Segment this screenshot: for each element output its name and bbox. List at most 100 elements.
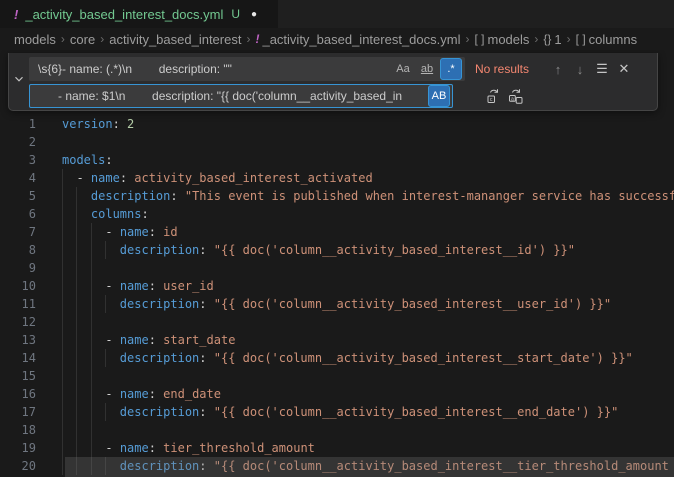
line-number: 15 [0,367,36,385]
line-number: 11 [0,295,36,313]
line-number: 7 [0,223,36,241]
code-line[interactable]: 4 - name: activity_based_interest_activa… [0,169,674,187]
breadcrumb-label: 1 [554,32,561,47]
find-row: \s{6}- name: (.*)\n description: "" Aa a… [29,57,657,81]
code-line[interactable]: 14 description: "{{ doc('column__activit… [0,349,674,367]
line-number: 2 [0,133,36,151]
code-line[interactable]: 3 models: [0,151,674,169]
tab-filename: _activity_based_interest_docs.yml [25,7,223,22]
line-number: 16 [0,385,36,403]
breadcrumb-item[interactable]: [ ]models [474,32,529,47]
code-line[interactable]: 10 - name: user_id [0,277,674,295]
code-line[interactable]: 8 description: "{{ doc('column__activity… [0,241,674,259]
horizontal-scrollbar[interactable] [65,457,674,477]
breadcrumb-label: _activity_based_interest_docs.yml [262,32,460,47]
indent-guide [62,367,63,385]
line-content: - name: id [62,223,178,241]
find-in-selection-button[interactable]: ☰ [591,58,613,80]
preserve-case-button[interactable]: AB [428,85,450,107]
symbol-object-icon: {} [543,32,551,46]
chevron-right-icon: › [100,32,104,46]
breadcrumb-label: columns [589,32,637,47]
chevron-right-icon: › [567,32,571,46]
indent-guide [91,367,92,385]
whole-word-button[interactable]: ab [416,58,438,80]
find-replace-widget: \s{6}- name: (.*)\n description: "" Aa a… [8,53,658,111]
vscode-window: ! _activity_based_interest_docs.yml U ● … [0,0,674,477]
match-case-button[interactable]: Aa [392,58,414,80]
code-line[interactable]: 1version: 2 [0,115,674,133]
breadcrumb-item[interactable]: models [14,32,56,47]
line-number: 6 [0,205,36,223]
line-number: 8 [0,241,36,259]
indent-guide [76,367,77,385]
line-number: 5 [0,187,36,205]
line-content: models: [62,151,113,169]
code-line[interactable]: 17 description: "{{ doc('column__activit… [0,403,674,421]
line-number: 18 [0,421,36,439]
line-number: 17 [0,403,36,421]
breadcrumb-item[interactable]: {}1 [543,32,561,47]
chevron-right-icon: › [246,32,250,46]
replace-all-icon: a [508,88,524,104]
line-number: 3 [0,151,36,169]
toggle-replace-button[interactable] [9,53,29,110]
code-line[interactable]: 19 - name: tier_threshold_amount [0,439,674,457]
code-line[interactable]: 15 [0,367,674,385]
breadcrumb-item[interactable]: !_activity_based_interest_docs.yml [255,32,460,47]
indent-guide [76,421,77,439]
code-line[interactable]: 9 [0,259,674,277]
code-line[interactable]: 5 description: "This event is published … [0,187,674,205]
next-match-button[interactable]: ↓ [569,58,591,80]
indent-guide [76,259,77,277]
breadcrumb-label: models [487,32,529,47]
line-number: 10 [0,277,36,295]
line-content: - name: start_date [62,331,235,349]
tab-active-file[interactable]: ! _activity_based_interest_docs.yml U ● [0,0,278,28]
code-line[interactable]: 16 - name: end_date [0,385,674,403]
code-line[interactable]: 11 description: "{{ doc('column__activit… [0,295,674,313]
code-area[interactable]: 1version: 223 models:4 - name: activity_b… [0,115,674,475]
regex-button[interactable]: .* [440,58,462,80]
line-number: 19 [0,439,36,457]
breadcrumb-item[interactable]: [ ]columns [576,32,637,47]
code-line[interactable]: 13 - name: start_date [0,331,674,349]
line-content: columns: [62,205,149,223]
chevron-right-icon: › [465,32,469,46]
line-number: 13 [0,331,36,349]
find-results-status: No results [475,62,547,76]
line-number: 12 [0,313,36,331]
indent-guide [91,259,92,277]
find-input[interactable]: \s{6}- name: (.*)\n description: "" Aa a… [29,57,465,81]
code-line[interactable]: 2 [0,133,674,151]
symbol-array-icon: [ ] [474,32,484,46]
indent-guide [91,313,92,331]
indent-guide [91,421,92,439]
code-line[interactable]: 12 [0,313,674,331]
svg-text:c: c [490,97,493,103]
replace-icon: c [486,88,502,104]
line-content: - name: user_id [62,277,214,295]
indent-guide [62,259,63,277]
close-button[interactable]: ✕ [613,58,635,80]
breadcrumb-item[interactable]: core [70,32,95,47]
breadcrumb-item[interactable]: activity_based_interest [109,32,241,47]
editor[interactable]: 1version: 223 models:4 - name: activity_b… [0,50,674,477]
previous-match-button[interactable]: ↑ [547,58,569,80]
line-content: description: "{{ doc('column__activity_b… [62,295,611,313]
code-line[interactable]: 7 - name: id [0,223,674,241]
line-content: description: "{{ doc('column__activity_b… [62,403,618,421]
code-line[interactable]: 6 columns: [0,205,674,223]
indent-guide [76,313,77,331]
svg-text:a: a [511,96,514,102]
replace-button[interactable]: c [483,85,505,107]
indent-guide [62,421,63,439]
replace-row: - name: $1\n description: "{{ doc('colum… [29,84,657,108]
modified-dot-icon[interactable]: ● [251,9,257,20]
replace-all-button[interactable]: a [505,85,527,107]
breadcrumb-label: models [14,32,56,47]
replace-input[interactable]: - name: $1\n description: "{{ doc('colum… [29,84,453,108]
line-number: 20 [0,457,36,475]
code-line[interactable]: 18 [0,421,674,439]
line-content: - name: tier_threshold_amount [62,439,315,457]
